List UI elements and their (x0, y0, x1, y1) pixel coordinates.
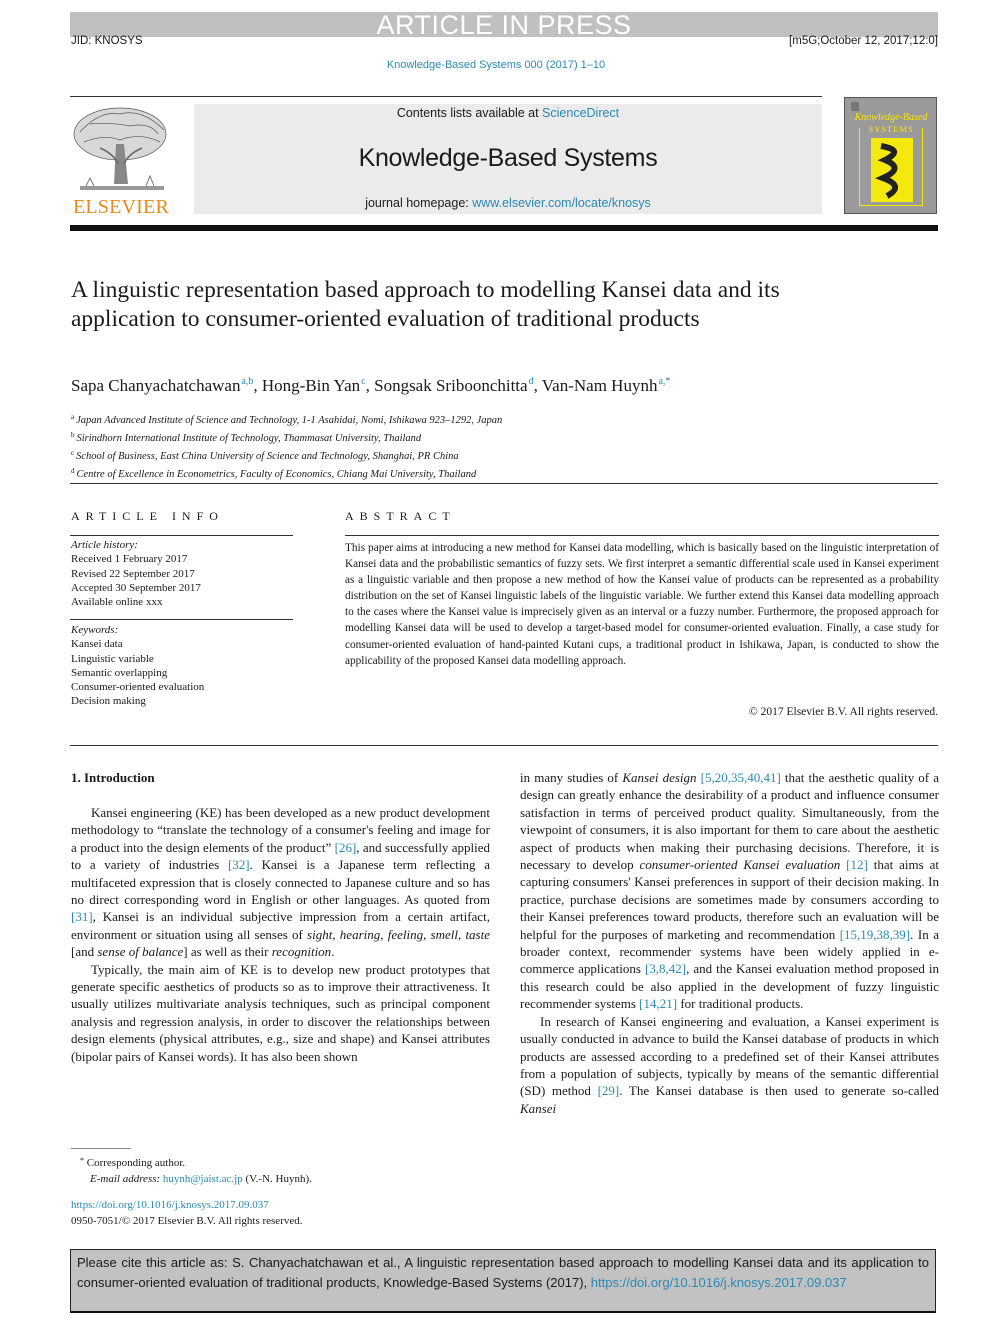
article-history: Article history: Received 1 February 201… (71, 538, 293, 609)
body-column-left: Kansei engineering (KE) has been develop… (71, 804, 490, 1065)
issn-line: 0950-7051/© 2017 Elsevier B.V. All right… (71, 1215, 303, 1227)
homepage-prefix: journal homepage: (365, 196, 473, 210)
homepage-line: journal homepage: www.elsevier.com/locat… (194, 196, 822, 210)
keyword: Linguistic variable (71, 652, 154, 665)
abstract-heading: ABSTRACT (345, 509, 456, 523)
affiliation: b Sirindhorn International Institute of T… (71, 431, 422, 444)
citation-link[interactable]: [26] (335, 840, 357, 855)
sciencedirect-link[interactable]: ScienceDirect (542, 106, 619, 120)
abstract-rule (345, 535, 939, 536)
paragraph: in many studies of Kansei design [5,20,3… (520, 770, 939, 1012)
cover-title: Knowledge-Based (854, 112, 928, 123)
keyword: Consumer-oriented evaluation (71, 681, 205, 694)
article-in-press-banner: ARTICLE IN PRESS (70, 12, 938, 39)
keywords-label: Keywords: (71, 624, 119, 636)
citation-link[interactable]: [3,8,42] (645, 961, 686, 976)
author-name[interactable]: Hong-Bin Yan (262, 376, 360, 395)
footnote-rule (71, 1148, 131, 1149)
contents-line: Contents lists available at ScienceDirec… (194, 106, 822, 120)
paragraph: Kansei engineering (KE) has been develop… (71, 805, 491, 960)
author-name[interactable]: Sapa Chanyachatchawan (71, 376, 240, 395)
journal-title: Knowledge-Based Systems (358, 144, 658, 172)
author-affiliation-mark[interactable]: d (529, 376, 534, 387)
history-item: Available online xxx (71, 596, 163, 609)
keywords: Keywords: Kansei data Linguistic variabl… (71, 623, 293, 709)
citation-doi-link[interactable]: https://doi.org/10.1016/j.knosys.2017.09… (591, 1275, 847, 1290)
citation-link[interactable]: [15,19,38,39] (840, 927, 910, 942)
footnote-mark: * (80, 1156, 84, 1165)
citation-link[interactable]: [12] (846, 857, 868, 872)
author-name[interactable]: Van-Nam Huynh (542, 376, 658, 395)
article-info-heading: ARTICLE INFO (71, 509, 224, 523)
paragraph: Typically, the main aim of KE is to deve… (71, 961, 490, 1064)
author-name[interactable]: Songsak Sriboonchitta (374, 376, 527, 395)
history-item: Revised 22 September 2017 (71, 567, 195, 580)
citation-box: Please cite this article as: S. Chanyach… (70, 1249, 936, 1313)
build-stamp: [m5G;October 12, 2017;12:0] (789, 35, 938, 47)
corresponding-author: Corresponding author. (86, 1157, 186, 1169)
affiliation: d Centre of Excellence in Econometrics, F… (71, 467, 477, 480)
history-item: Received 1 February 2017 (71, 553, 188, 566)
citation-link[interactable]: [31] (71, 909, 93, 924)
cover-artwork (871, 138, 913, 202)
affiliation: c School of Business, East China Universi… (71, 449, 459, 462)
citation-link[interactable]: [29] (598, 1083, 620, 1098)
section-heading-introduction: 1. Introduction (71, 770, 155, 785)
section-divider (70, 745, 938, 746)
paragraph: In research of Kansei engineering and ev… (520, 1013, 939, 1116)
section-divider (70, 483, 938, 484)
keyword: Decision making (71, 695, 146, 708)
keyword: Kansei data (71, 638, 123, 651)
affiliation: a Japan Advanced Institute of Science and… (71, 413, 503, 426)
citation-link[interactable]: [32] (228, 857, 250, 872)
abstract-copyright: © 2017 Elsevier B.V. All rights reserved… (749, 706, 938, 718)
masthead-top-rule (70, 96, 822, 97)
affiliations: a Japan Advanced Institute of Science and… (71, 410, 502, 482)
doi-link[interactable]: https://doi.org/10.1016/j.knosys.2017.09… (71, 1197, 303, 1213)
masthead-bottom-bar (70, 225, 938, 231)
history-label: Article history: (71, 539, 138, 551)
email-link[interactable]: huynh@jaist.ac.jp (163, 1173, 243, 1185)
citation-link[interactable]: [5,20,35,40,41] (701, 770, 781, 785)
footnote: * Corresponding author. E-mail address: … (80, 1156, 312, 1185)
email-label: E-mail address: (90, 1173, 161, 1185)
body-column-right: in many studies of Kansei design [5,20,3… (520, 769, 939, 1117)
author-list: Sapa Chanyachatchawana,b, Hong-Bin Yanc,… (71, 376, 671, 395)
abstract-text: This paper aims at introducing a new met… (345, 542, 939, 667)
journal-id: JID: KNOSYS (71, 35, 143, 47)
journal-reference-link[interactable]: Knowledge-Based Systems 000 (2017) 1–10 (0, 59, 992, 71)
cover-logo-icon (851, 102, 859, 111)
citation-link[interactable]: [14,21] (639, 996, 677, 1011)
history-item: Accepted 30 September 2017 (71, 581, 201, 594)
article-info-rule (70, 535, 293, 536)
author-affiliation-mark[interactable]: a,* (658, 376, 670, 387)
keyword: Semantic overlapping (71, 666, 168, 679)
author-affiliation-mark[interactable]: a,b (241, 376, 253, 387)
elsevier-wordmark: ELSEVIER (72, 196, 170, 218)
article-title: A linguistic representation based approa… (71, 277, 780, 332)
author-affiliation-mark[interactable]: c (361, 376, 365, 387)
contents-prefix: Contents lists available at (396, 106, 543, 120)
journal-cover-thumbnail[interactable]: Knowledge-Based SYSTEMS (844, 97, 937, 214)
doi-block: https://doi.org/10.1016/j.knosys.2017.09… (71, 1197, 303, 1229)
keywords-rule (70, 619, 293, 620)
journal-masthead: Contents lists available at ScienceDirec… (194, 104, 822, 214)
journal-homepage-link[interactable]: www.elsevier.com/locate/knosys (472, 196, 651, 210)
